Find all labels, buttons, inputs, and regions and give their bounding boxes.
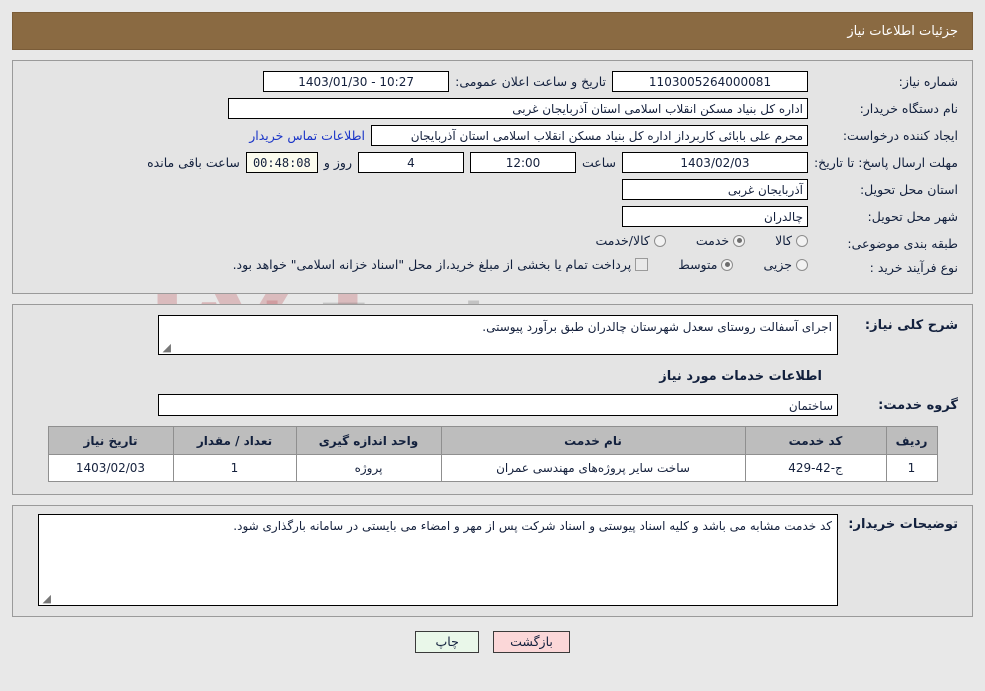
row-purchase-process: نوع فرآیند خرید : جزیی متوسط پرداخت تمام… xyxy=(27,257,958,275)
radio-subject-kala-khedmat[interactable]: کالا/خدمت xyxy=(595,233,666,248)
treasury-docs-checkbox-wrap[interactable]: پرداخت تمام یا بخشی از مبلغ خرید،از محل … xyxy=(233,257,649,272)
row-service-group: گروه خدمت: ساختمان xyxy=(27,394,958,416)
radio-label: کالا/خدمت xyxy=(595,233,650,248)
label-deadline: مهلت ارسال پاسخ: تا تاریخ: xyxy=(813,155,958,170)
row-city: شهر محل تحویل: چالدران xyxy=(27,206,958,227)
label-request-creator: ایجاد کننده درخواست: xyxy=(842,128,958,143)
row-buyer-notes: توضیحات خریدار: کد خدمت مشابه می باشد و … xyxy=(27,514,958,606)
th-unit: واحد اندازه گیری xyxy=(295,426,442,455)
buyer-org-input[interactable]: اداره کل بنیاد مسکن انقلاب اسلامی استان … xyxy=(228,98,808,119)
radio-label: کالا xyxy=(775,233,792,248)
resize-grip-icon[interactable]: ◢ xyxy=(161,342,171,353)
row-buyer-org: نام دستگاه خریدار: اداره کل بنیاد مسکن ا… xyxy=(27,98,958,119)
radio-dot-icon[interactable] xyxy=(796,234,808,247)
cell-service-name: ساخت سایر پروژه‌های مهندسی عمران xyxy=(440,454,746,482)
row-request-creator: ایجاد کننده درخواست: محرم علی بابائی کار… xyxy=(27,125,958,146)
service-group-input[interactable]: ساختمان xyxy=(158,394,838,416)
print-button[interactable]: چاپ xyxy=(415,631,480,653)
radio-label: متوسط xyxy=(678,257,718,272)
page-root: جزئیات اطلاعات نیاز شماره نیاز: 11030052… xyxy=(0,0,985,653)
services-section-heading: اطلاعات خدمات مورد نیاز xyxy=(659,369,822,384)
radio-subject-khedmat[interactable]: خدمت xyxy=(695,233,746,248)
general-description-textarea[interactable]: اجرای آسفالت روستای سعدل شهرستان چالدران… xyxy=(158,315,838,355)
services-panel: شرح کلی نیاز: اجرای آسفالت روستای سعدل ش… xyxy=(12,304,973,495)
th-service-name: نام خدمت xyxy=(440,426,746,455)
label-city: شهر محل تحویل: xyxy=(867,209,958,224)
radio-process-motevaset[interactable]: متوسط xyxy=(678,257,734,272)
row-need-number: شماره نیاز: 1103005264000081 تاریخ و ساع… xyxy=(27,71,958,92)
buyer-notes-panel: توضیحات خریدار: کد خدمت مشابه می باشد و … xyxy=(12,505,973,617)
resize-grip-icon[interactable]: ◢ xyxy=(41,593,51,604)
row-deadline: مهلت ارسال پاسخ: تا تاریخ: 1403/02/03 سا… xyxy=(27,152,958,173)
cell-service-code: ج-42-429 xyxy=(744,454,887,482)
row-province: استان محل تحویل: آذربایجان غربی xyxy=(27,179,958,200)
th-service-code: کد خدمت xyxy=(744,426,887,455)
cell-row-no: 1 xyxy=(885,454,938,482)
general-description-text: اجرای آسفالت روستای سعدل شهرستان چالدران… xyxy=(482,320,832,334)
subject-class-radio-group[interactable]: کالا خدمت کالا/خدمت xyxy=(569,233,808,248)
services-table: ردیف کد خدمت نام خدمت واحد اندازه گیری ت… xyxy=(47,426,938,482)
footer-button-bar: بازگشت چاپ xyxy=(12,631,973,653)
need-info-panel: شماره نیاز: 1103005264000081 تاریخ و ساع… xyxy=(12,60,973,294)
table-row: 1 ج-42-429 ساخت سایر پروژه‌های مهندسی عم… xyxy=(47,454,938,482)
radio-process-jozee[interactable]: جزیی xyxy=(763,257,808,272)
label-deadline-hour: ساعت xyxy=(581,155,616,170)
need-number-input[interactable]: 1103005264000081 xyxy=(612,71,808,92)
label-need-number: شماره نیاز: xyxy=(898,74,958,89)
radio-dot-icon[interactable] xyxy=(796,258,808,271)
radio-label: خدمت xyxy=(695,233,730,248)
cell-need-date: 1403/02/03 xyxy=(47,454,174,482)
table-header-row: ردیف کد خدمت نام خدمت واحد اندازه گیری ت… xyxy=(47,426,938,455)
label-subject-class: طبقه بندی موضوعی: xyxy=(847,236,958,251)
radio-dot-icon[interactable] xyxy=(653,234,666,247)
th-quantity: تعداد / مقدار xyxy=(172,426,297,455)
buyer-contact-link[interactable]: اطلاعات تماس خریدار xyxy=(249,128,365,143)
request-creator-input[interactable]: محرم علی بابائی کاربرداز اداره کل بنیاد … xyxy=(371,125,808,146)
buyer-notes-text: کد خدمت مشابه می باشد و کلیه اسناد پیوست… xyxy=(233,519,832,533)
buyer-notes-textarea[interactable]: کد خدمت مشابه می باشد و کلیه اسناد پیوست… xyxy=(38,514,838,606)
label-remaining-hours: ساعت باقی مانده xyxy=(147,155,240,170)
page-title: جزئیات اطلاعات نیاز xyxy=(12,12,973,50)
label-buyer-notes: توضیحات خریدار: xyxy=(848,517,958,532)
cell-unit: پروژه xyxy=(295,454,442,482)
remaining-timer: 00:48:08 xyxy=(245,152,318,173)
row-subject-class: طبقه بندی موضوعی: کالا خدمت کالا/خدمت xyxy=(27,233,958,251)
label-general-description: شرح کلی نیاز: xyxy=(864,318,958,333)
label-buyer-org: نام دستگاه خریدار: xyxy=(859,101,958,116)
treasury-docs-label: پرداخت تمام یا بخشی از مبلغ خرید،از محل … xyxy=(232,257,632,272)
th-row-no: ردیف xyxy=(885,426,938,455)
treasury-docs-checkbox[interactable] xyxy=(635,258,649,271)
th-need-date: تاریخ نیاز xyxy=(47,426,174,455)
deadline-hour-input[interactable]: 12:00 xyxy=(469,152,576,173)
back-button[interactable]: بازگشت xyxy=(493,631,570,653)
label-public-announce: تاریخ و ساعت اعلان عمومی: xyxy=(455,74,606,89)
cell-quantity: 1 xyxy=(172,454,297,482)
purchase-process-radio-group[interactable]: جزیی متوسط پرداخت تمام یا بخشی از مبلغ خ… xyxy=(207,257,808,272)
label-province: استان محل تحویل: xyxy=(859,182,958,197)
province-input[interactable]: آذربایجان غربی xyxy=(622,179,808,200)
city-input[interactable]: چالدران xyxy=(622,206,808,227)
row-general-description: شرح کلی نیاز: اجرای آسفالت روستای سعدل ش… xyxy=(27,315,958,355)
label-remaining-days: روز و xyxy=(323,155,352,170)
radio-subject-kala[interactable]: کالا xyxy=(775,233,808,248)
label-service-group: گروه خدمت: xyxy=(878,397,958,413)
remaining-days-input[interactable]: 4 xyxy=(357,152,464,173)
public-announce-input[interactable]: 1403/01/30 - 10:27 xyxy=(263,71,450,92)
radio-label: جزیی xyxy=(763,257,792,272)
radio-dot-icon[interactable] xyxy=(733,234,746,247)
deadline-date-input[interactable]: 1403/02/03 xyxy=(622,152,808,173)
label-purchase-process: نوع فرآیند خرید : xyxy=(869,260,958,275)
radio-dot-icon[interactable] xyxy=(721,258,734,271)
